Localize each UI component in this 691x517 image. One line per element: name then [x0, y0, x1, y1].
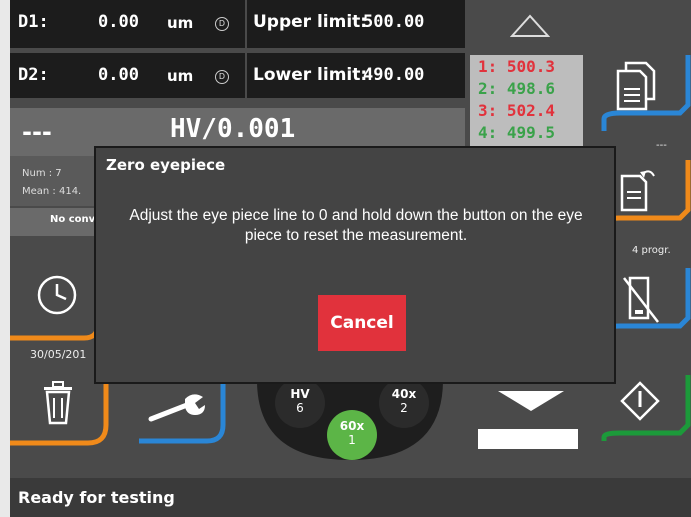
history-item: 3: 502.4: [478, 101, 555, 120]
start-button[interactable]: [600, 375, 691, 447]
objective-hv[interactable]: HV 6: [275, 378, 325, 428]
upper-limit-row: Upper limit: 500.00: [247, 0, 465, 48]
scroll-down-button[interactable]: [472, 385, 592, 455]
objective-num: 1: [348, 433, 356, 447]
d1-label: D1:: [18, 12, 49, 32]
objective-num: 2: [400, 401, 408, 415]
objective-num: 6: [296, 401, 304, 415]
d2-unit: um: [167, 67, 194, 85]
trash-button[interactable]: [10, 375, 110, 447]
conversion-text: No conv: [50, 214, 96, 225]
result-value: ---: [22, 118, 52, 146]
copy-label: ---: [656, 140, 667, 151]
lower-limit-value: 490.00: [363, 65, 425, 85]
blue-accent: [139, 379, 226, 444]
screen: D1: 0.00 um D Upper limit: 500.00 D2: 0.…: [10, 0, 691, 517]
d2-label: D2:: [18, 65, 49, 85]
scroll-up-button[interactable]: [470, 0, 590, 50]
lower-limit-row: Lower limit: 490.00: [247, 53, 465, 98]
d1-row: D1: 0.00 um D: [10, 0, 245, 48]
stats-mean: Mean : 414.: [22, 186, 82, 197]
date-label: 30/05/201: [30, 348, 87, 361]
scroll-up-icon: [510, 14, 550, 37]
programs-label: 4 progr.: [632, 245, 671, 256]
status-text: Ready for testing: [18, 488, 175, 507]
dialog-message: Adjust the eye piece line to 0 and hold …: [129, 207, 583, 244]
history-text-1: 1: 500.3: [478, 57, 556, 76]
blue-accent: [601, 55, 691, 131]
history-text-4: 4: 499.5: [478, 123, 556, 142]
scroll-track: [478, 429, 578, 449]
lower-limit-label: Lower limit:: [253, 65, 368, 85]
orange-accent: [10, 381, 109, 446]
objective-60x[interactable]: 60x 1: [327, 410, 377, 460]
stats-num: Num : 7: [22, 168, 62, 179]
history-item: 1: 500.3: [478, 57, 555, 76]
zero-eyepiece-dialog: Zero eyepiece Adjust the eye piece line …: [94, 146, 616, 384]
orange-accent: [10, 284, 100, 341]
objective-name: 60x: [339, 419, 365, 433]
objective-40x[interactable]: 40x 2: [379, 378, 429, 428]
upper-limit-value: 500.00: [363, 12, 425, 32]
green-accent: [601, 375, 691, 441]
history-text-3: 3: 502.4: [478, 101, 556, 120]
dialog-title: Zero eyepiece: [106, 156, 226, 174]
upper-limit-label: Upper limit:: [253, 12, 368, 32]
history-text-2: 2: 498.6: [478, 79, 556, 98]
status-bar: Ready for testing: [10, 478, 691, 517]
result-scale: HV/0.001: [170, 114, 296, 144]
clock-button[interactable]: [10, 264, 100, 342]
d1-value: 0.00: [98, 12, 139, 32]
history-item: 2: 498.6: [478, 79, 555, 98]
history-item: 4: 499.5: [478, 123, 555, 142]
d1-unit: um: [167, 14, 194, 32]
d-circle-icon: D: [215, 70, 229, 84]
scroll-down-icon: [498, 391, 564, 411]
d2-value: 0.00: [98, 65, 139, 85]
d-circle-icon: D: [215, 17, 229, 31]
cancel-button[interactable]: Cancel: [318, 295, 406, 351]
d2-row: D2: 0.00 um D: [10, 53, 245, 98]
copy-document-button[interactable]: [600, 55, 691, 135]
wrench-button[interactable]: [135, 375, 235, 447]
